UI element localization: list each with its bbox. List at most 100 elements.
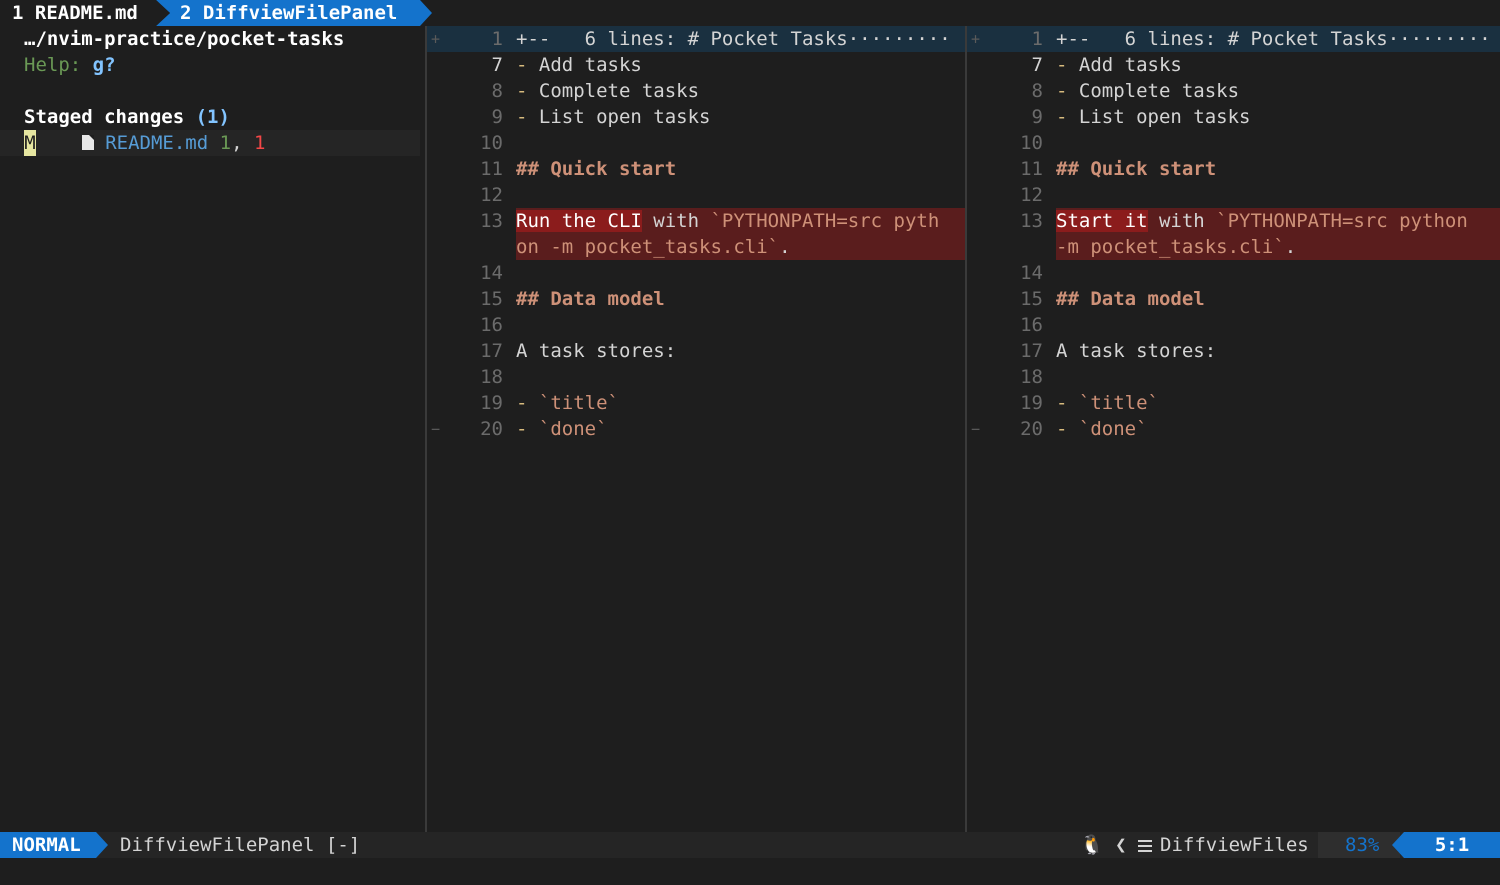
diff-line: 16 [427, 312, 965, 338]
help-label: Help: [24, 54, 82, 76]
list-bullet: - [516, 418, 539, 440]
line-text-part: . [779, 236, 791, 258]
line-text[interactable]: Start it with `PYTHONPATH=src python [1056, 208, 1500, 234]
changed-text: Start it [1056, 210, 1148, 232]
delete-sign-icon: − [431, 420, 441, 438]
command-line[interactable] [0, 858, 1500, 885]
help-key[interactable]: g? [93, 54, 116, 76]
fold-plus-icon: + [971, 30, 981, 48]
line-text[interactable]: - Complete tasks [1056, 78, 1500, 104]
line-number: 15 [480, 288, 503, 310]
list-bullet: - [1056, 54, 1068, 76]
line-text[interactable]: - `done` [516, 416, 965, 442]
list-text: Add tasks [1067, 54, 1182, 76]
line-text[interactable]: +-- 6 lines: # Pocket Tasks········· [516, 26, 965, 52]
statusline: NORMAL DiffviewFilePanel [-] 🐧 ❮ Diffvie… [0, 832, 1500, 858]
line-text[interactable]: A task stores: [516, 338, 965, 364]
line-text[interactable]: Run the CLI with `PYTHONPATH=src pyth [516, 208, 965, 234]
staged-changes-header[interactable]: Staged changes (1) [24, 104, 230, 130]
line-text[interactable]: -m pocket_tasks.cli`. [1056, 234, 1500, 260]
list-bullet: - [1056, 418, 1079, 440]
help-hint: Help: g? [24, 52, 116, 78]
diff-line: 18 [967, 364, 1500, 390]
diff-line: 10 [967, 130, 1500, 156]
line-number: 14 [1020, 262, 1043, 284]
line-number: 19 [1020, 392, 1043, 414]
cursor-position: 5:1 [1404, 832, 1500, 858]
tab-readme[interactable]: 1 README.md [0, 0, 156, 26]
diff-pane-left[interactable]: +1 +-- 6 lines: # Pocket Tasks········· 7-… [427, 26, 965, 832]
line-number: 15 [1020, 288, 1043, 310]
diff-line: 11 ## Quick start [427, 156, 965, 182]
line-number: 14 [480, 262, 503, 284]
deletions-count: 1 [253, 132, 266, 154]
line-text[interactable]: - Add tasks [1056, 52, 1500, 78]
line-text[interactable]: - List open tasks [1056, 104, 1500, 130]
diff-pane-right[interactable]: +1 +-- 6 lines: # Pocket Tasks········· 7-… [967, 26, 1500, 832]
list-text: Complete tasks [1067, 80, 1240, 102]
line-number: 17 [1020, 340, 1043, 362]
line-text[interactable]: - Complete tasks [516, 78, 965, 104]
line-number: 13 [480, 210, 503, 232]
file-entry-readme[interactable]: M README.md 1, 1 [24, 130, 265, 156]
line-number: 10 [480, 132, 503, 154]
diff-line: +1 +-- 6 lines: # Pocket Tasks········· [427, 26, 965, 52]
line-text[interactable]: - List open tasks [516, 104, 965, 130]
line-text-part: . [1284, 236, 1297, 258]
line-text[interactable]: - `title` [1056, 390, 1500, 416]
list-text: Add tasks [527, 54, 642, 76]
diff-line: 19- `title` [427, 390, 965, 416]
line-number: 1 [491, 28, 503, 50]
inline-code: `PYTHONPATH=src python [1216, 210, 1468, 232]
list-text: List open tasks [1067, 106, 1251, 128]
line-text-part: A task stores: [1056, 340, 1217, 362]
inline-code: `done` [1078, 418, 1148, 440]
diff-line: 7- Add tasks [427, 52, 965, 78]
line-text[interactable]: +-- 6 lines: # Pocket Tasks········· [1056, 26, 1500, 52]
filetype-label: DiffviewFiles [1160, 834, 1309, 856]
repo-path: …/nvim-practice/pocket-tasks [24, 28, 345, 50]
diff-line: 17 A task stores: [967, 338, 1500, 364]
diff-line: -m pocket_tasks.cli`. [967, 234, 1500, 260]
tab-diffview-file-panel[interactable]: 2 DiffviewFilePanel [170, 0, 420, 26]
line-number: 11 [480, 158, 503, 180]
status-badge: M [24, 130, 36, 156]
linux-icon: 🐧 [1080, 834, 1104, 856]
diff-line: 14 [967, 260, 1500, 286]
lines-icon [1138, 837, 1153, 855]
line-number: 12 [1020, 184, 1043, 206]
position-separator [1392, 832, 1404, 858]
line-text[interactable]: ## Quick start [516, 156, 965, 182]
list-bullet: - [516, 80, 528, 102]
line-number: 9 [491, 106, 503, 128]
diff-line: 17 A task stores: [427, 338, 965, 364]
changed-text: Run the CLI [516, 210, 642, 232]
markdown-heading: ## Data model [1056, 288, 1205, 310]
line-text[interactable]: ## Data model [516, 286, 965, 312]
line-text[interactable]: ## Quick start [1056, 156, 1500, 182]
list-bullet: - [516, 54, 528, 76]
line-text[interactable]: - `done` [1056, 416, 1500, 442]
line-number: 7 [491, 54, 503, 76]
fold-text: +-- 6 lines: # Pocket Tasks········· [1056, 28, 1491, 50]
diff-line: 15 ## Data model [967, 286, 1500, 312]
line-text[interactable]: ## Data model [1056, 286, 1500, 312]
diffview-file-panel[interactable]: …/nvim-practice/pocket-tasks Help: g? St… [0, 26, 425, 832]
inline-code: on -m pocket_tasks.cli` [516, 236, 780, 258]
inline-code: `done` [538, 418, 608, 440]
inline-code: `PYTHONPATH=src pyth [710, 210, 940, 232]
diff-line: 12 [967, 182, 1500, 208]
tabline: 1 README.md 2 DiffviewFilePanel [0, 0, 1500, 26]
list-bullet: - [1056, 392, 1079, 414]
diff-line: 7- Add tasks [967, 52, 1500, 78]
diff-line: 12 [427, 182, 965, 208]
line-text[interactable]: on -m pocket_tasks.cli`. [516, 234, 965, 260]
line-number: 10 [1020, 132, 1043, 154]
line-number: 20 [1020, 418, 1043, 440]
staged-count: (1) [195, 106, 230, 128]
line-text[interactable]: A task stores: [1056, 338, 1500, 364]
line-text[interactable]: - `title` [516, 390, 965, 416]
markdown-heading: ## Data model [516, 288, 665, 310]
line-text[interactable]: - Add tasks [516, 52, 965, 78]
inline-code: -m pocket_tasks.cli` [1056, 236, 1285, 258]
